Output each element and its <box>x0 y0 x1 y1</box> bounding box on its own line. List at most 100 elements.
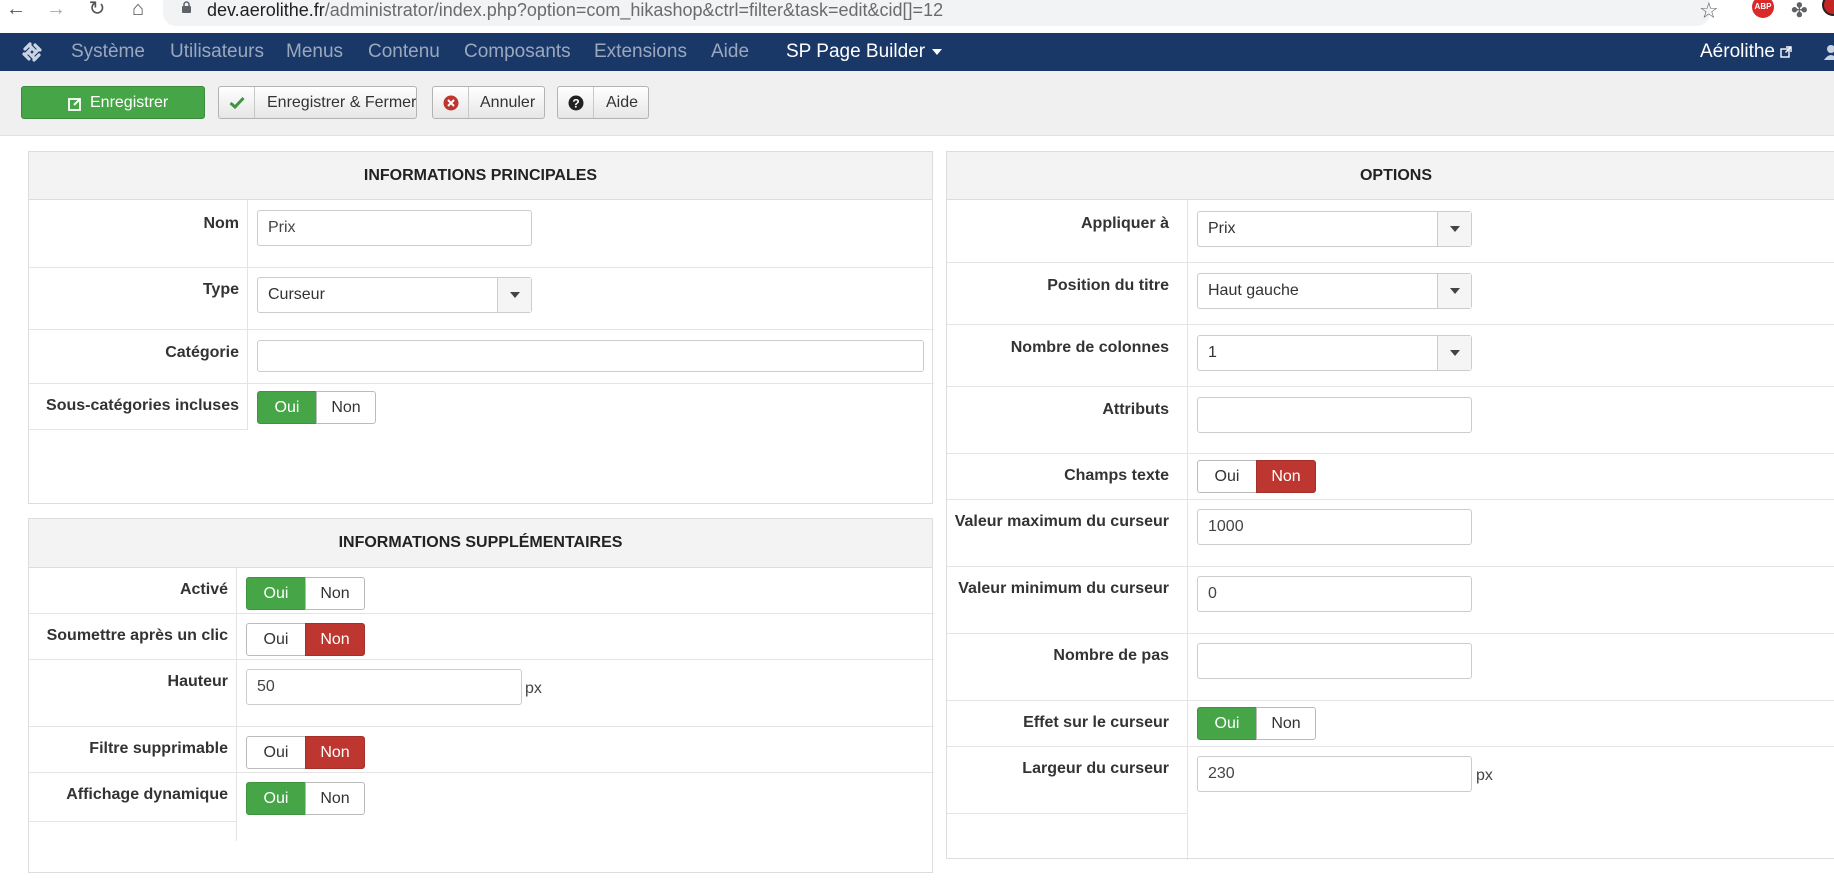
menu-help[interactable]: Aide <box>711 42 749 62</box>
caret-down-icon <box>1437 212 1471 246</box>
removable-filter-no-button[interactable]: Non <box>305 736 365 769</box>
subcategories-no-button[interactable]: Non <box>316 391 376 424</box>
forward-icon[interactable]: → <box>44 0 68 20</box>
slider-width-input[interactable]: 230 <box>1197 756 1472 792</box>
site-link[interactable]: Aérolithe <box>1700 42 1792 62</box>
removable-filter-toggle: Oui Non <box>246 736 366 769</box>
home-icon[interactable]: ⌂ <box>126 0 150 20</box>
main-info-panel: INFORMATIONS PRINCIPALES Nom Prix Type C… <box>28 151 934 504</box>
title-position-label: Position du titre <box>1047 277 1169 294</box>
url-host: dev.aerolithe.fr <box>207 0 325 20</box>
slider-effect-label: Effet sur le curseur <box>1023 714 1169 731</box>
row-divider <box>29 429 247 430</box>
title-position-value: Haut gauche <box>1208 282 1299 299</box>
row-divider <box>29 772 934 773</box>
removable-filter-yes-button[interactable]: Oui <box>246 736 306 769</box>
extra-info-title: INFORMATIONS SUPPLÉMENTAIRES <box>29 519 932 568</box>
slider-effect-no-button[interactable]: Non <box>1256 707 1316 740</box>
text-fields-yes-button[interactable]: Oui <box>1197 460 1257 493</box>
apply-to-label: Appliquer à <box>1080 215 1169 232</box>
menu-components[interactable]: Composants <box>464 42 571 62</box>
caret-down-icon <box>497 278 531 312</box>
main-info-title: INFORMATIONS PRINCIPALES <box>29 152 932 200</box>
browser-toolbar: ← → ↻ ⌂ dev.aerolithe.fr/administrator/i… <box>0 0 1834 33</box>
active-no-button[interactable]: Non <box>305 577 365 610</box>
slider-min-label: Valeur minimum du curseur <box>958 580 1169 597</box>
save-button[interactable]: Enregistrer <box>21 86 205 119</box>
attributes-label: Attributs <box>1102 401 1169 418</box>
menu-extensions[interactable]: Extensions <box>594 42 687 62</box>
menu-menus[interactable]: Menus <box>286 42 343 62</box>
address-bar[interactable]: dev.aerolithe.fr/administrator/index.php… <box>163 0 1710 26</box>
height-unit: px <box>525 680 542 697</box>
save-close-button[interactable]: Enregistrer & Fermer <box>218 86 417 119</box>
options-panel: OPTIONS Appliquer à Prix Position du tit… <box>946 151 1834 860</box>
title-position-select[interactable]: Haut gauche <box>1197 273 1472 309</box>
height-input[interactable]: 50 <box>246 669 522 705</box>
type-select[interactable]: Curseur <box>257 277 532 313</box>
back-icon[interactable]: ← <box>4 0 28 20</box>
subcategories-toggle: Oui Non <box>257 391 377 424</box>
columns-select[interactable]: 1 <box>1197 335 1472 371</box>
question-circle-icon: ? <box>558 87 594 118</box>
extra-info-panel: INFORMATIONS SUPPLÉMENTAIRES Activé Oui … <box>28 518 934 873</box>
submit-on-click-toggle: Oui Non <box>246 623 366 656</box>
label-column-divider <box>247 200 248 430</box>
menu-users[interactable]: Utilisateurs <box>170 42 264 62</box>
slider-effect-toggle: Oui Non <box>1197 707 1317 740</box>
category-input[interactable] <box>257 340 924 372</box>
external-link-icon <box>1780 46 1792 58</box>
caret-down-icon <box>932 48 943 55</box>
text-fields-no-button[interactable]: Non <box>1256 460 1316 493</box>
row-divider <box>29 383 934 384</box>
slider-max-label: Valeur maximum du curseur <box>954 513 1169 530</box>
type-label: Type <box>202 281 239 298</box>
extensions-puzzle-icon[interactable]: ✤ <box>1791 0 1808 23</box>
submit-on-click-no-button[interactable]: Non <box>305 623 365 656</box>
profile-avatar[interactable] <box>1822 0 1834 16</box>
row-divider <box>29 659 934 660</box>
adblock-extension-icon[interactable]: ABP <box>1752 0 1774 18</box>
apply-to-value: Prix <box>1208 220 1236 237</box>
name-input[interactable]: Prix <box>257 210 532 246</box>
submit-on-click-yes-button[interactable]: Oui <box>246 623 306 656</box>
joomla-logo-icon[interactable] <box>20 40 44 64</box>
label-column-divider <box>1187 200 1188 860</box>
sp-page-builder-label: SP Page Builder <box>786 41 926 62</box>
row-divider <box>947 453 1834 454</box>
reload-icon[interactable]: ↻ <box>85 0 109 20</box>
apply-to-select[interactable]: Prix <box>1197 211 1472 247</box>
name-label: Nom <box>203 215 239 232</box>
bookmark-star-icon[interactable]: ☆ <box>1699 0 1719 24</box>
subcategories-yes-button[interactable]: Oui <box>257 391 317 424</box>
slider-effect-yes-button[interactable]: Oui <box>1197 707 1257 740</box>
slider-max-input[interactable]: 1000 <box>1197 509 1472 545</box>
menu-content[interactable]: Contenu <box>368 42 440 62</box>
row-divider <box>947 566 1834 567</box>
columns-value: 1 <box>1208 344 1217 361</box>
dynamic-display-no-button[interactable]: Non <box>305 782 365 815</box>
dynamic-display-yes-button[interactable]: Oui <box>246 782 306 815</box>
svg-text:?: ? <box>572 97 579 111</box>
submit-on-click-label: Soumettre après un clic <box>46 627 228 644</box>
steps-input[interactable] <box>1197 643 1472 679</box>
site-name: Aérolithe <box>1700 41 1775 62</box>
label-column-divider <box>236 568 237 841</box>
slider-min-input[interactable]: 0 <box>1197 576 1472 612</box>
options-title: OPTIONS <box>947 152 1834 200</box>
cancel-button[interactable]: Annuler <box>432 86 545 119</box>
user-icon[interactable] <box>1824 44 1834 60</box>
row-divider <box>947 262 1834 263</box>
menu-sp-page-builder[interactable]: SP Page Builder <box>786 41 943 62</box>
active-yes-button[interactable]: Oui <box>246 577 306 610</box>
row-divider <box>947 386 1834 387</box>
help-button[interactable]: ? Aide <box>557 86 649 119</box>
attributes-input[interactable] <box>1197 397 1472 433</box>
url-path: /administrator/index.php?option=com_hika… <box>324 0 944 20</box>
menu-system[interactable]: Système <box>71 42 145 62</box>
row-divider <box>29 613 934 614</box>
slider-width-label: Largeur du curseur <box>1022 760 1169 777</box>
columns-label: Nombre de colonnes <box>1010 339 1169 356</box>
cancel-label: Annuler <box>480 94 536 111</box>
text-fields-toggle: Oui Non <box>1197 460 1317 493</box>
